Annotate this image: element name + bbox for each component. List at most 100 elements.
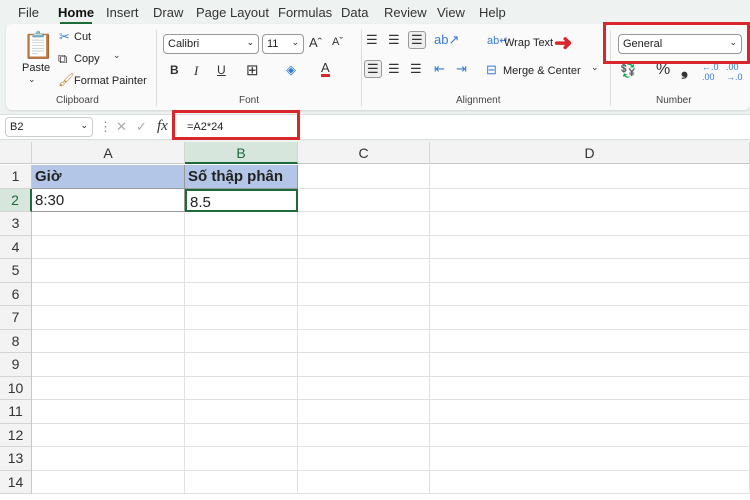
tab-review[interactable]: Review (384, 5, 427, 20)
cell-C8[interactable] (298, 329, 430, 353)
format-painter-button[interactable]: Format Painter (74, 75, 147, 87)
borders-icon[interactable]: ⊞ (246, 61, 259, 79)
cell-C10[interactable] (298, 376, 430, 400)
tab-formulas[interactable]: Formulas (278, 5, 332, 20)
tab-home[interactable]: Home (58, 5, 94, 24)
cell-B11[interactable] (185, 400, 298, 424)
align-center-icon[interactable]: ☰ (388, 61, 400, 77)
cell-D6[interactable] (430, 282, 750, 306)
cell-D10[interactable] (430, 376, 750, 400)
cell-B9[interactable] (185, 353, 298, 377)
bold-button[interactable]: B (170, 63, 179, 77)
cell-C4[interactable] (298, 235, 430, 259)
cell-C2[interactable] (298, 188, 430, 212)
cell-C5[interactable] (298, 259, 430, 283)
cell-C6[interactable] (298, 282, 430, 306)
bottom-align-icon[interactable]: ☰ (408, 31, 426, 49)
column-header-C[interactable]: C (298, 142, 430, 164)
orientation-icon[interactable]: ab↗ (434, 32, 459, 48)
row-header-9[interactable]: 9 (0, 353, 32, 377)
tab-file[interactable]: File (18, 5, 39, 20)
increase-indent-icon[interactable]: ⇥ (456, 61, 467, 77)
cell-B12[interactable] (185, 423, 298, 447)
cell-A2[interactable]: 8:30 (32, 188, 185, 212)
cell-B7[interactable] (185, 306, 298, 330)
cell-A4[interactable] (32, 235, 185, 259)
cell-B1[interactable]: Số thập phân (185, 165, 298, 189)
font-name-dropdown[interactable]: Calibri ⌄ (163, 34, 259, 54)
cell-C12[interactable] (298, 423, 430, 447)
row-header-12[interactable]: 12 (0, 423, 32, 447)
cell-A11[interactable] (32, 400, 185, 424)
cell-A7[interactable] (32, 306, 185, 330)
increase-font-icon[interactable]: Aˆ (309, 35, 322, 50)
cell-D5[interactable] (430, 259, 750, 283)
row-header-7[interactable]: 7 (0, 306, 32, 330)
chevron-down-icon[interactable]: ⌄ (28, 74, 36, 85)
enter-icon[interactable]: ✓ (136, 119, 147, 135)
cell-C1[interactable] (298, 165, 430, 189)
insert-function-button[interactable]: fx (157, 118, 168, 135)
cut-button[interactable]: Cut (74, 31, 91, 43)
cell-A13[interactable] (32, 447, 185, 471)
cell-C3[interactable] (298, 212, 430, 236)
wrap-text-button[interactable]: Wrap Text (504, 37, 553, 49)
font-color-icon[interactable]: A (321, 61, 330, 77)
tab-insert[interactable]: Insert (106, 5, 139, 20)
select-all-corner[interactable] (0, 142, 32, 164)
merge-center-button[interactable]: Merge & Center (503, 65, 581, 77)
cell-D9[interactable] (430, 353, 750, 377)
row-header-5[interactable]: 5 (0, 259, 32, 283)
cell-A10[interactable] (32, 376, 185, 400)
tab-page-layout[interactable]: Page Layout (196, 5, 269, 20)
cell-B8[interactable] (185, 329, 298, 353)
name-box[interactable]: B2 ⌄ (5, 117, 93, 137)
cell-D12[interactable] (430, 423, 750, 447)
row-header-11[interactable]: 11 (0, 400, 32, 424)
cell-C11[interactable] (298, 400, 430, 424)
column-header-A[interactable]: A (32, 142, 185, 164)
cell-C7[interactable] (298, 306, 430, 330)
column-header-D[interactable]: D (430, 142, 750, 164)
middle-align-icon[interactable]: ☰ (388, 32, 400, 48)
fill-color-icon[interactable]: ◈ (286, 62, 296, 78)
cell-D14[interactable] (430, 470, 750, 494)
row-header-14[interactable]: 14 (0, 470, 32, 494)
cell-B6[interactable] (185, 282, 298, 306)
cell-A5[interactable] (32, 259, 185, 283)
chevron-down-icon[interactable]: ⌄ (113, 50, 121, 61)
row-header-8[interactable]: 8 (0, 329, 32, 353)
cell-D8[interactable] (430, 329, 750, 353)
tab-help[interactable]: Help (479, 5, 506, 20)
cell-B10[interactable] (185, 376, 298, 400)
chevron-down-icon[interactable]: ⌄ (591, 62, 599, 73)
row-header-10[interactable]: 10 (0, 376, 32, 400)
tab-data[interactable]: Data (341, 5, 368, 20)
top-align-icon[interactable]: ☰ (366, 32, 378, 48)
row-header-2[interactable]: 2 (0, 188, 32, 212)
decrease-decimal-icon[interactable]: .00 →.0 (726, 62, 743, 82)
cell-C14[interactable] (298, 470, 430, 494)
italic-button[interactable]: I (194, 63, 198, 79)
cell-B5[interactable] (185, 259, 298, 283)
cell-A3[interactable] (32, 212, 185, 236)
cancel-icon[interactable]: ✕ (116, 119, 127, 135)
cell-A12[interactable] (32, 423, 185, 447)
tab-draw[interactable]: Draw (153, 5, 183, 20)
cell-D7[interactable] (430, 306, 750, 330)
cell-A1[interactable]: Giờ (32, 165, 185, 189)
cell-D4[interactable] (430, 235, 750, 259)
cell-D13[interactable] (430, 447, 750, 471)
row-header-13[interactable]: 13 (0, 447, 32, 471)
cell-A8[interactable] (32, 329, 185, 353)
row-header-3[interactable]: 3 (0, 212, 32, 236)
decrease-font-icon[interactable]: Aˇ (332, 36, 343, 48)
cell-D11[interactable] (430, 400, 750, 424)
cell-A6[interactable] (32, 282, 185, 306)
cell-A14[interactable] (32, 470, 185, 494)
cell-C13[interactable] (298, 447, 430, 471)
row-header-1[interactable]: 1 (0, 165, 32, 189)
cell-B4[interactable] (185, 235, 298, 259)
increase-decimal-icon[interactable]: ←.0.00 (702, 62, 719, 82)
cell-A9[interactable] (32, 353, 185, 377)
